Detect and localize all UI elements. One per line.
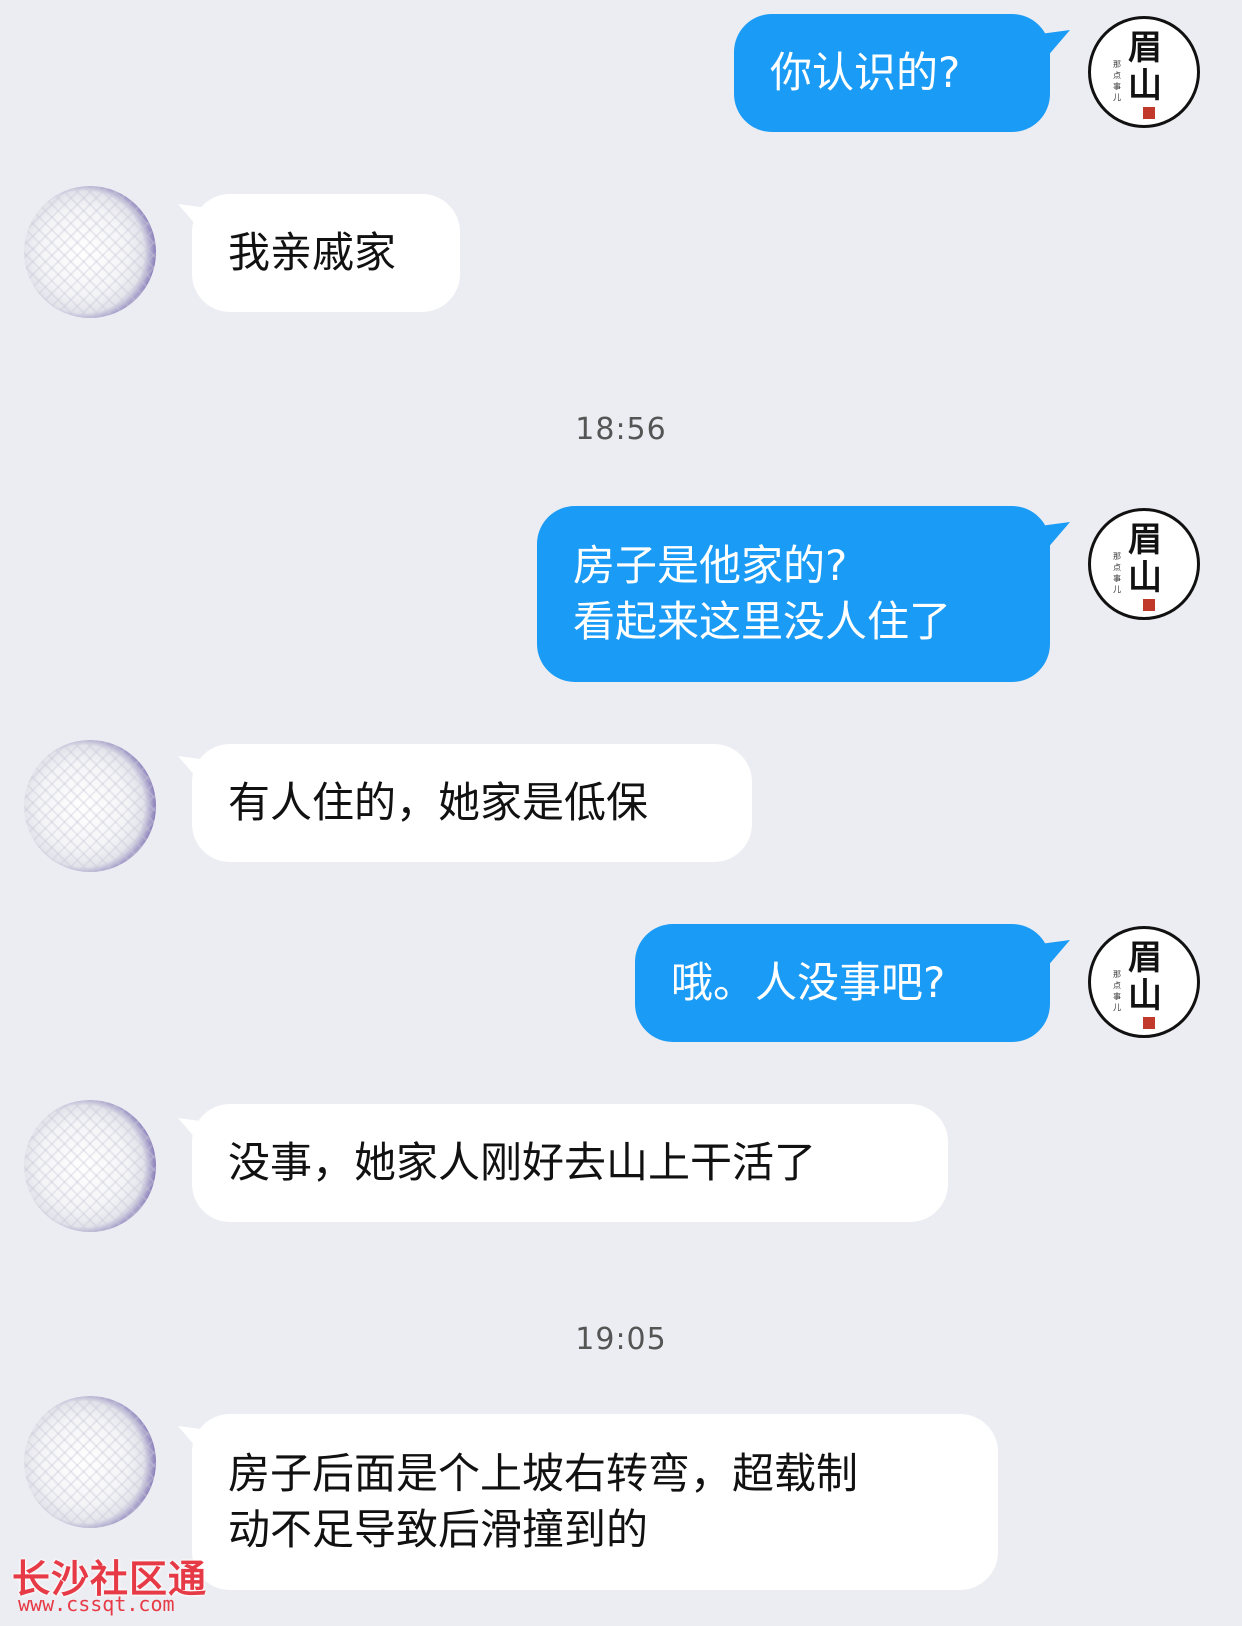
watermark-url: www.cssqt.com: [18, 1592, 175, 1616]
avatar-calligraphy: 眉山: [1128, 520, 1162, 598]
contact-avatar[interactable]: [24, 186, 156, 318]
bubble-tail-outgoing: [1040, 30, 1070, 58]
seal-icon: [1143, 107, 1155, 119]
message-bubble-incoming[interactable]: 房子后面是个上坡右转弯，超载制 动不足导致后滑撞到的: [192, 1414, 998, 1590]
blurred-avatar-icon: [24, 1100, 156, 1232]
message-text: 我亲戚家: [228, 228, 397, 277]
blurred-avatar-icon: [24, 186, 156, 318]
message-text: 动不足导致后滑撞到的: [228, 1505, 649, 1554]
seal-icon: [1143, 1017, 1155, 1029]
avatar-small-text: 那点事儿: [1113, 552, 1121, 594]
message-bubble-outgoing[interactable]: 你认识的?: [734, 14, 1050, 132]
message-text: 看起来这里没人住了: [573, 597, 952, 646]
contact-avatar[interactable]: [24, 1396, 156, 1528]
timestamp: 19:05: [575, 1322, 667, 1357]
timestamp: 18:56: [575, 412, 667, 447]
my-avatar[interactable]: 眉山 那点事儿: [1088, 16, 1200, 128]
blurred-avatar-icon: [24, 740, 156, 872]
contact-avatar[interactable]: [24, 740, 156, 872]
my-avatar[interactable]: 眉山 那点事儿: [1088, 926, 1200, 1038]
message-bubble-incoming[interactable]: 没事，她家人刚好去山上干活了: [192, 1104, 948, 1222]
blurred-avatar-icon: [24, 1396, 156, 1528]
message-text: 没事，她家人刚好去山上干活了: [228, 1138, 817, 1187]
avatar-small-text: 那点事儿: [1113, 60, 1121, 102]
message-text: 房子是他家的?: [573, 541, 848, 590]
message-bubble-incoming[interactable]: 我亲戚家: [192, 194, 460, 312]
avatar-calligraphy: 眉山: [1128, 28, 1162, 106]
message-text: 有人住的，她家是低保: [228, 778, 649, 827]
message-text: 你认识的?: [770, 48, 961, 97]
seal-icon: [1143, 599, 1155, 611]
bubble-tail-outgoing: [1040, 522, 1070, 550]
contact-avatar[interactable]: [24, 1100, 156, 1232]
message-bubble-incoming[interactable]: 有人住的，她家是低保: [192, 744, 752, 862]
message-text: 房子后面是个上坡右转弯，超载制: [228, 1449, 859, 1498]
bubble-tail-outgoing: [1040, 940, 1070, 968]
message-bubble-outgoing[interactable]: 房子是他家的? 看起来这里没人住了: [537, 506, 1050, 682]
message-text: 哦。人没事吧?: [671, 958, 946, 1007]
message-bubble-outgoing[interactable]: 哦。人没事吧?: [635, 924, 1050, 1042]
avatar-calligraphy: 眉山: [1128, 938, 1162, 1016]
avatar-small-text: 那点事儿: [1113, 970, 1121, 1012]
my-avatar[interactable]: 眉山 那点事儿: [1088, 508, 1200, 620]
